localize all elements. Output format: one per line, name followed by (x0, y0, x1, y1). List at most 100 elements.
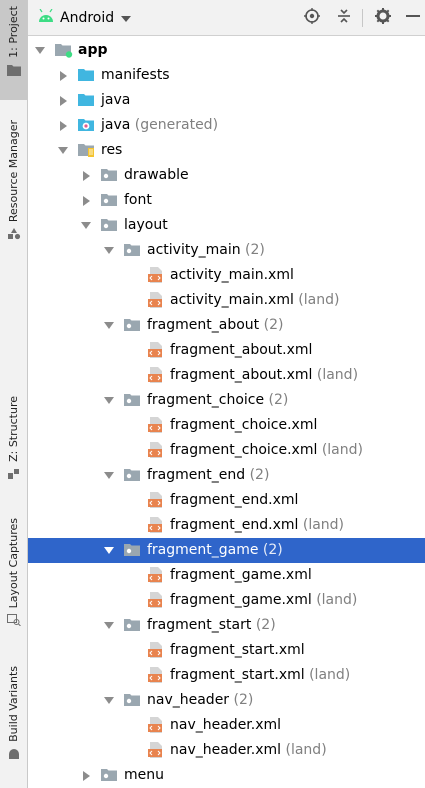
resource-manager-icon (7, 228, 21, 244)
tree-node-folder[interactable]: layout (28, 213, 425, 238)
android-icon (7, 748, 21, 764)
tree-node-hint: (2) (258, 542, 283, 558)
tree-node-name: drawable (124, 167, 189, 183)
tree-node-label: fragment_start.xml (170, 642, 305, 659)
tree-node-folder[interactable]: fragment_choice (2) (28, 388, 425, 413)
tree-node-file[interactable]: fragment_end.xml (land) (28, 513, 425, 538)
expand-arrow-right-icon[interactable] (80, 770, 92, 782)
tab-layout-captures-label: Layout Captures (7, 518, 20, 609)
tree-node-label: layout (124, 217, 168, 234)
xml-icon (147, 742, 165, 758)
expand-arrow-down-icon[interactable] (103, 395, 115, 407)
expand-arrow-down-icon[interactable] (103, 320, 115, 332)
settings-button[interactable] (371, 6, 395, 30)
tree-node-file[interactable]: fragment_start.xml (land) (28, 663, 425, 688)
tree-node-file[interactable]: fragment_game.xml (28, 563, 425, 588)
tab-resource-manager[interactable]: Resource Manager (0, 120, 27, 260)
tree-node-label: activity_main.xml (170, 267, 294, 284)
tab-project-label: 1: Project (7, 6, 20, 58)
expand-arrow-right-icon[interactable] (57, 70, 69, 82)
tree-node-label: fragment_about.xml (170, 342, 312, 359)
tab-structure[interactable]: Z: Structure (0, 396, 27, 488)
tree-node-hint: (generated) (130, 117, 219, 133)
tree-node-file[interactable]: fragment_about.xml (land) (28, 363, 425, 388)
expand-arrow-down-icon[interactable] (103, 695, 115, 707)
tree-node-file[interactable]: fragment_game.xml (land) (28, 588, 425, 613)
tree-node-label: drawable (124, 167, 189, 184)
xml-icon (147, 492, 165, 508)
tree-node-name: menu (124, 767, 164, 783)
tree-node-folder[interactable]: menu (28, 763, 425, 788)
tree-node-folder[interactable]: fragment_game (2) (28, 538, 425, 563)
tree-node-file[interactable]: fragment_start.xml (28, 638, 425, 663)
tree-node-label: fragment_start.xml (land) (170, 667, 350, 684)
expand-arrow-down-icon[interactable] (57, 145, 69, 157)
xml-icon (147, 667, 165, 683)
tree-node-name: fragment_game.xml (170, 592, 312, 608)
expand-arrow-right-icon[interactable] (57, 95, 69, 107)
tree-node-file[interactable]: nav_header.xml (land) (28, 738, 425, 763)
tree-node-label: nav_header.xml (land) (170, 742, 327, 759)
project-view-label: Android (60, 10, 115, 26)
locate-button[interactable] (300, 6, 324, 30)
tree-node-hint: (2) (264, 392, 289, 408)
folder-gray-icon (124, 617, 142, 633)
collapse-all-button[interactable] (332, 6, 356, 30)
tab-build-variants[interactable]: Build Variants (0, 666, 27, 776)
project-view-selector[interactable]: Android (38, 0, 132, 36)
tree-node-label: fragment_choice.xml (land) (170, 442, 363, 459)
expand-arrow-right-icon[interactable] (57, 120, 69, 132)
hide-button[interactable] (400, 6, 424, 30)
tree-node-folder[interactable]: drawable (28, 163, 425, 188)
tree-node-folder[interactable]: font (28, 188, 425, 213)
tree-node-folder[interactable]: java (28, 88, 425, 113)
tab-build-variants-label: Build Variants (7, 666, 20, 742)
minimize-icon (404, 8, 420, 28)
tree-node-name: fragment_end.xml (170, 492, 299, 508)
expand-arrow-right-icon[interactable] (80, 170, 92, 182)
tab-project[interactable]: 1: Project (0, 0, 27, 100)
tree-node-label: fragment_end.xml (170, 492, 298, 509)
tree-node-hint: (land) (311, 592, 358, 608)
expand-arrow-down-icon[interactable] (103, 470, 115, 482)
tree-node-name: java (101, 92, 131, 108)
tree-node-label: java (generated) (101, 117, 218, 134)
folder-gray-icon (101, 767, 119, 783)
tree-node-folder[interactable]: nav_header (2) (28, 688, 425, 713)
tree-node-file[interactable]: fragment_choice.xml (28, 413, 425, 438)
tree-node-file[interactable]: fragment_about.xml (28, 338, 425, 363)
tree-node-label: fragment_start (2) (147, 617, 276, 634)
project-toolbar: Android (28, 0, 425, 36)
tree-node-folder[interactable]: res (28, 138, 425, 163)
expand-arrow-down-icon[interactable] (103, 620, 115, 632)
tree-node-hint: (2) (259, 317, 284, 333)
layout-captures-icon (6, 614, 21, 630)
tree-node-folder[interactable]: java (generated) (28, 113, 425, 138)
tree-node-label: activity_main (2) (147, 242, 265, 259)
expand-arrow-right-icon[interactable] (80, 195, 92, 207)
tree-node-folder[interactable]: fragment_start (2) (28, 613, 425, 638)
tree-node-folder[interactable]: fragment_end (2) (28, 463, 425, 488)
tree-node-file[interactable]: activity_main.xml (28, 263, 425, 288)
locate-icon (304, 8, 320, 28)
expand-arrow-down-icon[interactable] (103, 545, 115, 557)
expand-arrow-down-icon[interactable] (103, 245, 115, 257)
folder-blue-icon (78, 92, 96, 108)
tree-node-label: fragment_end (2) (147, 467, 269, 484)
tree-node-name: nav_header (147, 692, 230, 708)
tree-node-file[interactable]: fragment_end.xml (28, 488, 425, 513)
tree-node-file[interactable]: activity_main.xml (land) (28, 288, 425, 313)
tree-node-name: activity_main.xml (170, 292, 294, 308)
tree-node-folder[interactable]: fragment_about (2) (28, 313, 425, 338)
tree-node-file[interactable]: fragment_choice.xml (land) (28, 438, 425, 463)
tree-node-label: fragment_choice.xml (170, 417, 317, 434)
tree-node-folder[interactable]: manifests (28, 63, 425, 88)
expand-arrow-down-icon[interactable] (80, 220, 92, 232)
tree-node-file[interactable]: nav_header.xml (28, 713, 425, 738)
tree-node-hint: (2) (251, 617, 276, 633)
tree-node-folder[interactable]: app (28, 38, 425, 63)
tree-node-folder[interactable]: activity_main (2) (28, 238, 425, 263)
tab-layout-captures[interactable]: Layout Captures (0, 518, 27, 638)
tree-node-name: java (101, 117, 131, 133)
expand-arrow-down-icon[interactable] (34, 45, 46, 57)
